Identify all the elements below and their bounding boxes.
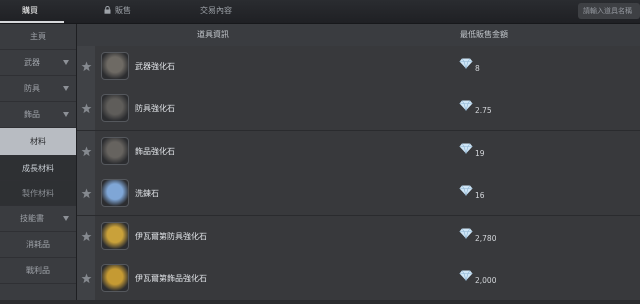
diamond-icon xyxy=(459,227,473,239)
sidebar-item-label: 消耗品 xyxy=(26,240,50,249)
table-row[interactable]: 洗鍊石 16 xyxy=(77,173,640,217)
item-name: 飾品強化石 xyxy=(135,146,175,156)
column-header-item-info: 道具資訊 xyxy=(197,30,229,39)
item-name: 伊瓦爾第防具強化石 xyxy=(135,231,207,241)
star-icon[interactable] xyxy=(81,146,92,157)
sidebar-subitem-crafting-materials[interactable]: 製作材料 xyxy=(0,181,76,206)
item-price: 2.75 xyxy=(475,106,492,116)
favorite-cell[interactable] xyxy=(77,215,95,258)
diamond-icon xyxy=(459,58,473,69)
item-listing-table: 道具資訊 最低販售金額 武器強化石 8 防具強化石 2.75 飾品強化石 19 洗鍊石 16 伊… xyxy=(77,24,640,301)
star-icon[interactable] xyxy=(81,188,92,199)
favorite-cell[interactable] xyxy=(77,130,95,173)
item-name: 防具強化石 xyxy=(135,104,175,114)
item-name: 洗鍊石 xyxy=(135,189,159,199)
sidebar-item-label: 技能書 xyxy=(20,214,44,223)
star-icon[interactable] xyxy=(81,61,92,72)
chevron-down-icon xyxy=(63,216,69,221)
sidebar-item-label: 戰利品 xyxy=(26,266,50,275)
chevron-down-icon xyxy=(63,60,69,65)
diamond-icon xyxy=(459,270,473,281)
tab-sell[interactable]: 販售 xyxy=(104,0,131,23)
item-price: 16 xyxy=(475,191,485,201)
table-header: 道具資訊 最低販售金額 xyxy=(77,24,640,46)
tab-buy[interactable]: 購買 xyxy=(22,0,38,23)
ivaldi-accessory-stone-icon xyxy=(101,264,129,292)
favorite-cell[interactable] xyxy=(77,173,95,216)
star-icon[interactable] xyxy=(81,103,92,114)
sidebar-item-accessories[interactable]: 飾品 xyxy=(0,102,76,128)
star-icon[interactable] xyxy=(81,231,92,242)
favorite-cell[interactable] xyxy=(77,258,95,300)
item-price: 8 xyxy=(475,64,480,73)
sidebar-item-skill-books[interactable]: 技能書 xyxy=(0,206,76,232)
active-tab-indicator xyxy=(0,21,64,23)
sidebar-item-consumables[interactable]: 消耗品 xyxy=(0,232,76,258)
category-sidebar: 主頁 武器 防具 飾品 材料 成長材料 製作材料 技能書 消耗品 戰利品 xyxy=(0,24,77,300)
top-tab-bar: 購買 販售 交易內容 請輸入道具名稱 xyxy=(0,0,640,24)
sidebar-item-label: 防具 xyxy=(24,84,40,93)
item-name: 伊瓦爾第飾品強化石 xyxy=(135,274,207,283)
chevron-down-icon xyxy=(63,112,69,117)
sidebar-item-label: 製作材料 xyxy=(22,189,54,198)
item-price: 2,000 xyxy=(475,276,497,285)
accessory-enhance-stone-icon xyxy=(101,136,129,165)
favorite-cell[interactable] xyxy=(77,46,95,88)
lock-icon xyxy=(104,6,111,14)
sidebar-item-materials[interactable]: 材料 xyxy=(0,128,76,156)
sidebar-item-weapons[interactable]: 武器 xyxy=(0,50,76,76)
diamond-icon xyxy=(459,143,473,154)
table-row[interactable]: 伊瓦爾第飾品強化石 2,000 xyxy=(77,258,640,301)
diamond-icon xyxy=(459,185,473,197)
tab-sell-label: 販售 xyxy=(115,6,131,15)
sidebar-item-label: 主頁 xyxy=(30,32,46,41)
chevron-down-icon xyxy=(63,86,69,91)
diamond-icon xyxy=(459,100,473,112)
armor-enhance-stone-icon xyxy=(101,94,129,123)
ivaldi-armor-stone-icon xyxy=(101,221,129,250)
sidebar-item-loot[interactable]: 戰利品 xyxy=(0,258,76,284)
sidebar-item-armor[interactable]: 防具 xyxy=(0,76,76,102)
sidebar-item-label: 成長材料 xyxy=(22,164,54,173)
item-price: 2,780 xyxy=(475,233,497,243)
sidebar-item-label: 武器 xyxy=(24,58,40,67)
tab-transactions[interactable]: 交易內容 xyxy=(200,0,232,23)
table-row[interactable]: 伊瓦爾第防具強化石 2,780 xyxy=(77,215,640,259)
search-input[interactable]: 請輸入道具名稱 xyxy=(578,3,640,19)
item-price: 19 xyxy=(475,148,485,158)
refining-stone-icon xyxy=(101,179,129,208)
favorite-cell[interactable] xyxy=(77,88,95,131)
weapon-enhance-stone-icon xyxy=(101,52,129,80)
sidebar-subitem-growth-materials[interactable]: 成長材料 xyxy=(0,156,76,181)
sidebar-item-home[interactable]: 主頁 xyxy=(0,24,76,50)
sidebar-item-label: 材料 xyxy=(30,137,46,146)
sidebar-item-label: 飾品 xyxy=(24,110,40,119)
column-header-lowest-price[interactable]: 最低販售金額 xyxy=(460,24,508,46)
item-name: 武器強化石 xyxy=(135,62,175,71)
table-row[interactable]: 武器強化石 8 xyxy=(77,46,640,89)
table-row[interactable]: 飾品強化石 19 xyxy=(77,130,640,174)
table-row[interactable]: 防具強化石 2.75 xyxy=(77,88,640,132)
star-icon[interactable] xyxy=(81,273,92,284)
